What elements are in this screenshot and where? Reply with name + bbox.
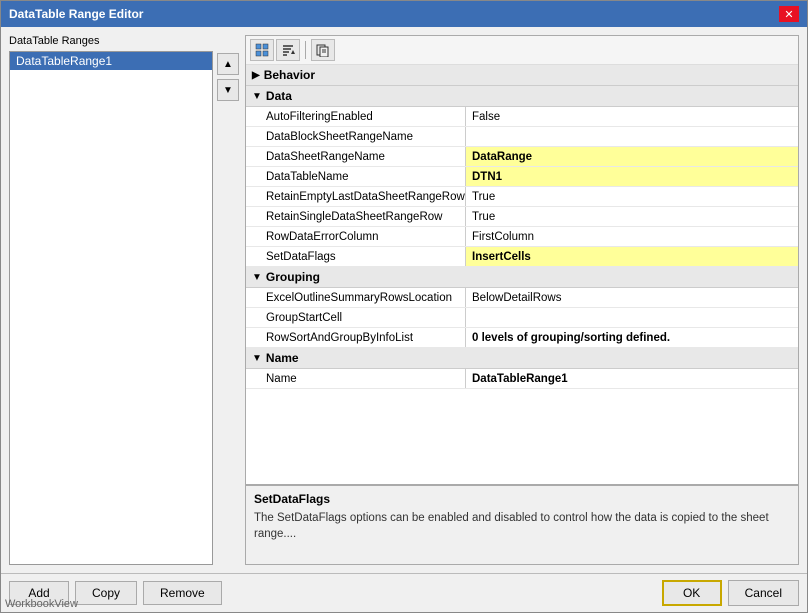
toolbar-separator	[305, 41, 306, 59]
prop-value-rowdata[interactable]: FirstColumn	[466, 227, 798, 246]
section-behavior[interactable]: ▶ Behavior	[246, 65, 798, 86]
cancel-button[interactable]: Cancel	[728, 580, 799, 606]
description-text: The SetDataFlags options can be enabled …	[254, 510, 790, 542]
bottom-bar: Add Copy Remove OK Cancel	[1, 573, 807, 612]
prop-row-name: Name DataTableRange1	[246, 369, 798, 389]
list-container: DataTableRange1 ▲ ▼	[9, 51, 239, 565]
prop-name-name: Name	[246, 369, 466, 388]
list-item[interactable]: DataTableRange1	[10, 52, 212, 70]
left-panel-label: DataTable Ranges	[9, 35, 239, 47]
title-bar: DataTable Range Editor ✕	[1, 1, 807, 27]
prop-value-datablocksheet[interactable]	[466, 127, 798, 146]
prop-value-datasheet[interactable]: DataRange	[466, 147, 798, 166]
prop-value-exceloutline[interactable]: BelowDetailRows	[466, 288, 798, 307]
ranges-listbox[interactable]: DataTableRange1	[9, 51, 213, 565]
prop-name-exceloutline: ExcelOutlineSummaryRowsLocation	[246, 288, 466, 307]
dialog-body: DataTable Ranges DataTableRange1 ▲ ▼	[1, 27, 807, 573]
list-arrows: ▲ ▼	[217, 51, 239, 565]
prop-value-autofiltering[interactable]: False	[466, 107, 798, 126]
dialog-container: DataTable Range Editor ✕ DataTable Range…	[0, 0, 808, 613]
chevron-data: ▼	[252, 91, 262, 102]
dialog-title: DataTable Range Editor	[9, 7, 143, 21]
sort-icon	[281, 43, 295, 57]
prop-name-setdataflags: SetDataFlags	[246, 247, 466, 266]
section-name[interactable]: ▼ Name	[246, 348, 798, 369]
prop-row-exceloutline: ExcelOutlineSummaryRowsLocation BelowDet…	[246, 288, 798, 308]
prop-row-setdataflags: SetDataFlags InsertCells	[246, 247, 798, 267]
close-button[interactable]: ✕	[779, 6, 799, 22]
prop-name-retainsingle: RetainSingleDataSheetRangeRow	[246, 207, 466, 226]
move-up-button[interactable]: ▲	[217, 53, 239, 75]
right-panel: ▶ Behavior ▼ Data AutoFilteringEnabled F…	[245, 35, 799, 565]
prop-row-rowdata: RowDataErrorColumn FirstColumn	[246, 227, 798, 247]
prop-value-retainsingle[interactable]: True	[466, 207, 798, 226]
description-panel: SetDataFlags The SetDataFlags options ca…	[246, 484, 798, 564]
prop-toolbar	[246, 36, 798, 65]
section-grouping-label: Grouping	[266, 270, 320, 284]
pages-icon	[316, 43, 330, 57]
prop-row-autofiltering: AutoFilteringEnabled False	[246, 107, 798, 127]
prop-row-datatablename: DataTableName DTN1	[246, 167, 798, 187]
toolbar-btn-sort[interactable]	[276, 39, 300, 61]
section-grouping[interactable]: ▼ Grouping	[246, 267, 798, 288]
prop-value-name[interactable]: DataTableRange1	[466, 369, 798, 388]
workbook-label: WorkbookView	[5, 598, 78, 610]
prop-name-rowdata: RowDataErrorColumn	[246, 227, 466, 246]
categorized-icon	[255, 43, 269, 57]
prop-value-rowsort[interactable]: 0 levels of grouping/sorting defined.	[466, 328, 798, 347]
prop-row-datasheet: DataSheetRangeName DataRange	[246, 147, 798, 167]
remove-button[interactable]: Remove	[143, 581, 222, 605]
chevron-behavior: ▶	[252, 70, 260, 81]
prop-row-rowsort: RowSortAndGroupByInfoList 0 levels of gr…	[246, 328, 798, 348]
section-name-label: Name	[266, 351, 299, 365]
prop-name-autofiltering: AutoFilteringEnabled	[246, 107, 466, 126]
prop-name-datasheet: DataSheetRangeName	[246, 147, 466, 166]
chevron-name: ▼	[252, 353, 262, 364]
prop-value-groupstart[interactable]	[466, 308, 798, 327]
section-data[interactable]: ▼ Data	[246, 86, 798, 107]
prop-name-retainempty: RetainEmptyLastDataSheetRangeRow	[246, 187, 466, 206]
property-grid[interactable]: ▶ Behavior ▼ Data AutoFilteringEnabled F…	[246, 65, 798, 484]
description-title: SetDataFlags	[254, 492, 790, 506]
prop-row-datablocksheet: DataBlockSheetRangeName	[246, 127, 798, 147]
prop-row-groupstart: GroupStartCell	[246, 308, 798, 328]
copy-button[interactable]: Copy	[75, 581, 137, 605]
prop-name-rowsort: RowSortAndGroupByInfoList	[246, 328, 466, 347]
toolbar-btn-pages[interactable]	[311, 39, 335, 61]
chevron-grouping: ▼	[252, 272, 262, 283]
section-data-label: Data	[266, 89, 292, 103]
bottom-right-buttons: OK Cancel	[662, 580, 799, 606]
prop-row-retainsingle: RetainSingleDataSheetRangeRow True	[246, 207, 798, 227]
prop-name-datatablename: DataTableName	[246, 167, 466, 186]
prop-name-datablocksheet: DataBlockSheetRangeName	[246, 127, 466, 146]
move-down-button[interactable]: ▼	[217, 79, 239, 101]
prop-row-retainempty: RetainEmptyLastDataSheetRangeRow True	[246, 187, 798, 207]
ok-button[interactable]: OK	[662, 580, 722, 606]
prop-value-setdataflags[interactable]: InsertCells	[466, 247, 798, 266]
prop-name-groupstart: GroupStartCell	[246, 308, 466, 327]
toolbar-btn-categorized[interactable]	[250, 39, 274, 61]
section-behavior-label: Behavior	[264, 68, 315, 82]
left-panel: DataTable Ranges DataTableRange1 ▲ ▼	[9, 35, 239, 565]
prop-value-datatablename[interactable]: DTN1	[466, 167, 798, 186]
prop-value-retainempty[interactable]: True	[466, 187, 798, 206]
